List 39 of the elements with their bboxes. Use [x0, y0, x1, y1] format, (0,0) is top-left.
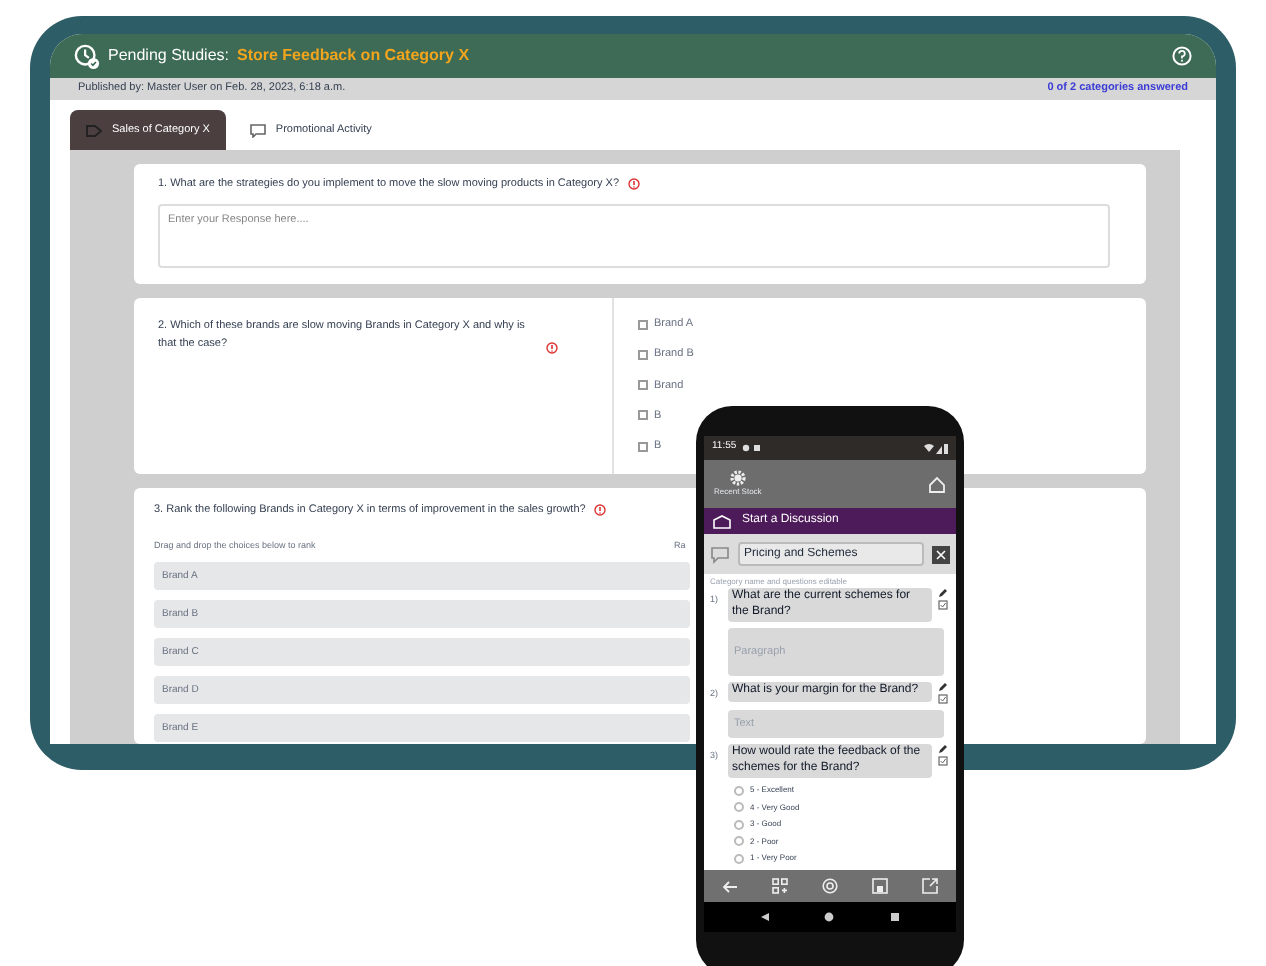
- study-title: Store Feedback on Category X: [237, 44, 470, 68]
- close-icon: [936, 549, 946, 559]
- gear-icon[interactable]: [729, 470, 746, 486]
- checkbox-icon[interactable]: [938, 756, 948, 766]
- overview-square-icon[interactable]: [890, 912, 901, 922]
- grid-icon[interactable]: [771, 878, 788, 894]
- checkbox[interactable]: [638, 441, 648, 452]
- home-icon[interactable]: [928, 475, 946, 493]
- checkbox-icon[interactable]: [938, 694, 948, 704]
- radio-button[interactable]: [734, 836, 744, 846]
- radio-button[interactable]: [734, 853, 744, 863]
- required-icon: [627, 178, 640, 191]
- checkbox[interactable]: [638, 380, 648, 391]
- notification-icons: [742, 444, 763, 452]
- checkbox-icon[interactable]: [938, 600, 948, 610]
- required-icon: [593, 504, 606, 517]
- checkbox[interactable]: [638, 349, 648, 360]
- pencil-icon[interactable]: [938, 588, 948, 598]
- chat-icon: [249, 123, 266, 137]
- help-icon[interactable]: [1172, 46, 1192, 66]
- clear-button[interactable]: [932, 545, 950, 563]
- save-icon[interactable]: [872, 878, 889, 894]
- radio-button[interactable]: [734, 802, 744, 812]
- required-icon: [546, 342, 558, 354]
- radio-button[interactable]: [734, 819, 744, 829]
- checkbox[interactable]: [638, 319, 648, 330]
- checkbox[interactable]: [638, 410, 648, 421]
- pencil-icon[interactable]: [938, 682, 948, 692]
- back-arrow-icon[interactable]: [721, 879, 738, 893]
- lifebuoy-icon[interactable]: [821, 878, 838, 894]
- tag-icon: [86, 123, 102, 137]
- signal-battery-icons: [924, 443, 948, 453]
- home-circle-icon[interactable]: [824, 912, 835, 922]
- clock-check-icon: [74, 43, 100, 69]
- radio-button[interactable]: [734, 785, 744, 795]
- header-label: Pending Studies:: [108, 44, 229, 68]
- back-triangle-icon[interactable]: [759, 912, 770, 922]
- export-icon[interactable]: [922, 878, 939, 894]
- chat-icon: [710, 545, 730, 563]
